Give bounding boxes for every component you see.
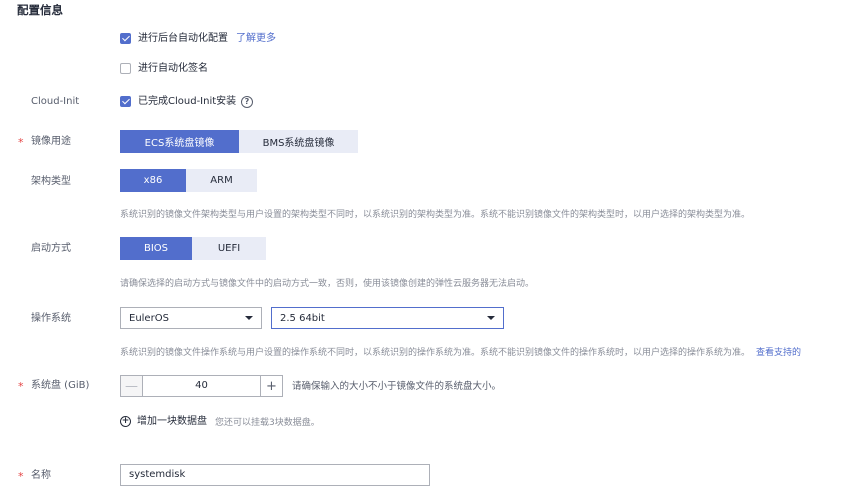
system-disk-input[interactable]: 40: [143, 376, 260, 396]
add-data-disk-button[interactable]: 增加一块数据盘: [137, 415, 207, 429]
boot-hint: 请确保选择的启动方式与镜像文件中的启动方式一致，否则，使用该镜像创建的弹性云服务…: [120, 279, 535, 289]
learn-more-link[interactable]: 了解更多: [236, 32, 276, 46]
auto-config-label: 进行后台自动化配置: [138, 33, 228, 44]
image-usage-segment: ECS系统盘镜像 BMS系统盘镜像: [120, 130, 358, 153]
cloud-init-label: 已完成Cloud-Init安装: [138, 96, 237, 107]
image-usage-option-bms[interactable]: BMS系统盘镜像: [239, 130, 358, 153]
increment-button[interactable]: +: [260, 376, 282, 396]
os-hint-text: 系统识别的镜像文件操作系统与用户设置的操作系统不同时，以系统识别的操作系统为准。…: [120, 348, 751, 358]
os-supported-link[interactable]: 查看支持的: [756, 348, 801, 358]
arch-hint: 系统识别的镜像文件架构类型与用户设置的架构类型不同时，以系统识别的架构类型为准。…: [120, 210, 751, 220]
os-family-select[interactable]: EulerOS: [120, 307, 262, 329]
cloud-init-checkbox[interactable]: [120, 96, 131, 107]
boot-option-bios[interactable]: BIOS: [120, 237, 192, 260]
arch-option-arm[interactable]: ARM: [186, 169, 257, 192]
cloud-init-field-label: Cloud-Init: [31, 96, 80, 107]
arch-label: 架构类型: [31, 176, 71, 187]
os-family-value: EulerOS: [129, 312, 169, 324]
required-mark: *: [18, 136, 24, 149]
chevron-down-icon: [245, 316, 253, 320]
chevron-down-icon: [487, 316, 495, 320]
add-circle-icon[interactable]: +: [120, 416, 131, 427]
auto-sign-checkbox[interactable]: [120, 63, 131, 74]
system-disk-hint: 请确保输入的大小不小于镜像文件的系统盘大小。: [292, 381, 502, 392]
os-version-value: 2.5 64bit: [280, 312, 325, 324]
boot-segment: BIOS UEFI: [120, 237, 266, 260]
required-mark: *: [18, 470, 24, 483]
image-usage-option-ecs[interactable]: ECS系统盘镜像: [120, 130, 239, 153]
name-input[interactable]: systemdisk: [120, 464, 430, 486]
os-label: 操作系统: [31, 313, 71, 324]
boot-option-uefi[interactable]: UEFI: [192, 237, 266, 260]
help-icon[interactable]: ?: [241, 96, 253, 108]
required-mark: *: [18, 380, 24, 393]
decrement-button[interactable]: —: [121, 376, 143, 396]
os-hint: 系统识别的镜像文件操作系统与用户设置的操作系统不同时，以系统识别的操作系统为准。…: [120, 347, 801, 359]
boot-label: 启动方式: [31, 243, 71, 254]
arch-option-x86[interactable]: x86: [120, 169, 186, 192]
auto-config-checkbox[interactable]: [120, 33, 131, 44]
system-disk-stepper: — 40 +: [120, 375, 283, 397]
os-version-select[interactable]: 2.5 64bit: [271, 307, 504, 329]
image-usage-label: 镜像用途: [31, 136, 71, 147]
section-title: 配置信息: [17, 3, 63, 17]
auto-sign-label: 进行自动化签名: [138, 63, 208, 74]
data-disk-hint: 您还可以挂载3块数据盘。: [215, 418, 320, 428]
name-label: 名称: [31, 470, 51, 481]
system-disk-label: 系统盘 (GiB): [31, 380, 90, 391]
arch-segment: x86 ARM: [120, 169, 257, 192]
